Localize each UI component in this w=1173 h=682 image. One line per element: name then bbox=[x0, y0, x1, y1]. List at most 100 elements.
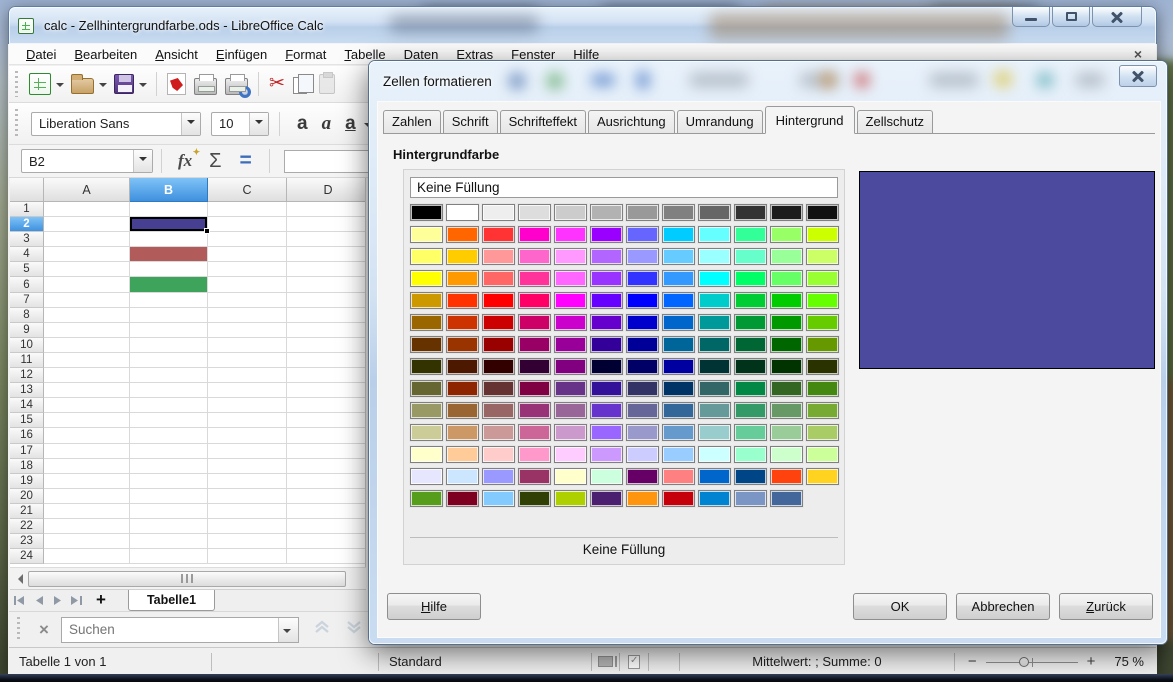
new-document-button[interactable] bbox=[26, 70, 54, 98]
row-header-20[interactable]: 20 bbox=[10, 489, 44, 504]
scroll-left-button[interactable] bbox=[10, 570, 28, 588]
last-sheet-button[interactable] bbox=[67, 590, 86, 610]
color-swatch[interactable] bbox=[482, 446, 515, 463]
color-swatch[interactable] bbox=[626, 402, 659, 419]
cell-a12[interactable] bbox=[44, 368, 130, 383]
color-swatch[interactable] bbox=[626, 380, 659, 397]
color-swatch[interactable] bbox=[518, 314, 551, 331]
color-swatch[interactable] bbox=[410, 204, 443, 221]
color-swatch[interactable] bbox=[626, 314, 659, 331]
open-dropdown-icon[interactable] bbox=[99, 83, 107, 91]
color-swatch[interactable] bbox=[698, 336, 731, 353]
cell-c23[interactable] bbox=[208, 534, 287, 549]
color-swatch[interactable] bbox=[482, 226, 515, 243]
cell-c18[interactable] bbox=[208, 459, 287, 474]
cell-b24[interactable] bbox=[130, 549, 208, 564]
row-header-19[interactable]: 19 bbox=[10, 474, 44, 489]
cell-a22[interactable] bbox=[44, 519, 130, 534]
save-button[interactable] bbox=[111, 70, 137, 98]
cell-d3[interactable] bbox=[287, 232, 366, 247]
row-header-12[interactable]: 12 bbox=[10, 368, 44, 383]
next-sheet-button[interactable] bbox=[48, 590, 67, 610]
cell-a6[interactable] bbox=[44, 277, 130, 292]
color-swatch[interactable] bbox=[698, 292, 731, 309]
cell-a4[interactable] bbox=[44, 247, 130, 262]
color-swatch[interactable] bbox=[626, 226, 659, 243]
new-document-dropdown-icon[interactable] bbox=[56, 83, 64, 91]
color-swatch[interactable] bbox=[482, 490, 515, 507]
color-swatch[interactable] bbox=[698, 358, 731, 375]
color-swatch[interactable] bbox=[770, 248, 803, 265]
toolbar-grip[interactable] bbox=[17, 617, 22, 642]
cell-a17[interactable] bbox=[44, 444, 130, 459]
cell-a7[interactable] bbox=[44, 293, 130, 308]
color-swatch[interactable] bbox=[770, 292, 803, 309]
cell-d2[interactable] bbox=[287, 217, 366, 232]
color-swatch[interactable] bbox=[410, 336, 443, 353]
export-pdf-button[interactable] bbox=[164, 70, 189, 98]
color-swatch[interactable] bbox=[662, 270, 695, 287]
color-swatch[interactable] bbox=[518, 204, 551, 221]
color-swatch[interactable] bbox=[806, 468, 839, 485]
cell-b5[interactable] bbox=[130, 262, 208, 277]
row-header-24[interactable]: 24 bbox=[10, 549, 44, 564]
sheet-tab-tabelle1[interactable]: Tabelle1 bbox=[128, 590, 215, 611]
cell-d24[interactable] bbox=[287, 549, 366, 564]
selection-stats[interactable]: Mittelwert: ; Summe: 0 bbox=[680, 654, 954, 669]
color-swatch[interactable] bbox=[518, 292, 551, 309]
row-header-5[interactable]: 5 bbox=[10, 262, 44, 277]
color-swatch[interactable] bbox=[446, 248, 479, 265]
cell-d13[interactable] bbox=[287, 383, 366, 398]
color-swatch[interactable] bbox=[770, 336, 803, 353]
row-header-16[interactable]: 16 bbox=[10, 428, 44, 443]
find-close-icon[interactable]: × bbox=[27, 620, 61, 640]
color-swatch[interactable] bbox=[626, 336, 659, 353]
color-swatch[interactable] bbox=[734, 204, 767, 221]
page-style-status[interactable]: Standard bbox=[379, 654, 591, 669]
color-swatch[interactable] bbox=[806, 204, 839, 221]
cell-c15[interactable] bbox=[208, 413, 287, 428]
cell-a11[interactable] bbox=[44, 353, 130, 368]
menu-item-ansicht[interactable]: Ansicht bbox=[146, 46, 207, 63]
cell-d11[interactable] bbox=[287, 353, 366, 368]
menu-item-datei[interactable]: Datei bbox=[17, 46, 65, 63]
cut-button[interactable]: ✂ bbox=[266, 70, 288, 98]
color-swatch[interactable] bbox=[482, 468, 515, 485]
cell-b14[interactable] bbox=[130, 398, 208, 413]
cell-d6[interactable] bbox=[287, 277, 366, 292]
formula-equals-icon[interactable]: = bbox=[231, 149, 261, 173]
fill-style-field[interactable]: Keine Füllung bbox=[410, 177, 838, 198]
color-swatch[interactable] bbox=[554, 490, 587, 507]
color-swatch[interactable] bbox=[770, 490, 803, 507]
color-swatch[interactable] bbox=[590, 336, 623, 353]
cell-b7[interactable] bbox=[130, 293, 208, 308]
color-swatch[interactable] bbox=[806, 402, 839, 419]
color-swatch[interactable] bbox=[410, 468, 443, 485]
color-swatch[interactable] bbox=[410, 270, 443, 287]
color-swatch[interactable] bbox=[410, 292, 443, 309]
cell-a14[interactable] bbox=[44, 398, 130, 413]
color-swatch[interactable] bbox=[662, 402, 695, 419]
toolbar-grip[interactable] bbox=[15, 71, 20, 96]
cell-b13[interactable] bbox=[130, 383, 208, 398]
menu-item-einf-gen[interactable]: Einfügen bbox=[207, 46, 276, 63]
row-header-7[interactable]: 7 bbox=[10, 293, 44, 308]
find-previous-button[interactable] bbox=[313, 619, 331, 640]
color-swatch[interactable] bbox=[806, 336, 839, 353]
zoom-slider-thumb[interactable] bbox=[1019, 657, 1029, 667]
color-swatch[interactable] bbox=[446, 380, 479, 397]
cell-a19[interactable] bbox=[44, 474, 130, 489]
color-swatch[interactable] bbox=[626, 270, 659, 287]
color-swatch[interactable] bbox=[806, 226, 839, 243]
scrollbar-thumb[interactable] bbox=[28, 571, 346, 587]
color-swatch[interactable] bbox=[698, 468, 731, 485]
color-swatch[interactable] bbox=[626, 358, 659, 375]
color-swatch[interactable] bbox=[446, 336, 479, 353]
color-swatch[interactable] bbox=[626, 292, 659, 309]
menu-item-bearbeiten[interactable]: Bearbeiten bbox=[65, 46, 146, 63]
cell-a9[interactable] bbox=[44, 323, 130, 338]
color-swatch[interactable] bbox=[806, 270, 839, 287]
cell-a23[interactable] bbox=[44, 534, 130, 549]
row-header-22[interactable]: 22 bbox=[10, 519, 44, 534]
row-header-23[interactable]: 23 bbox=[10, 534, 44, 549]
